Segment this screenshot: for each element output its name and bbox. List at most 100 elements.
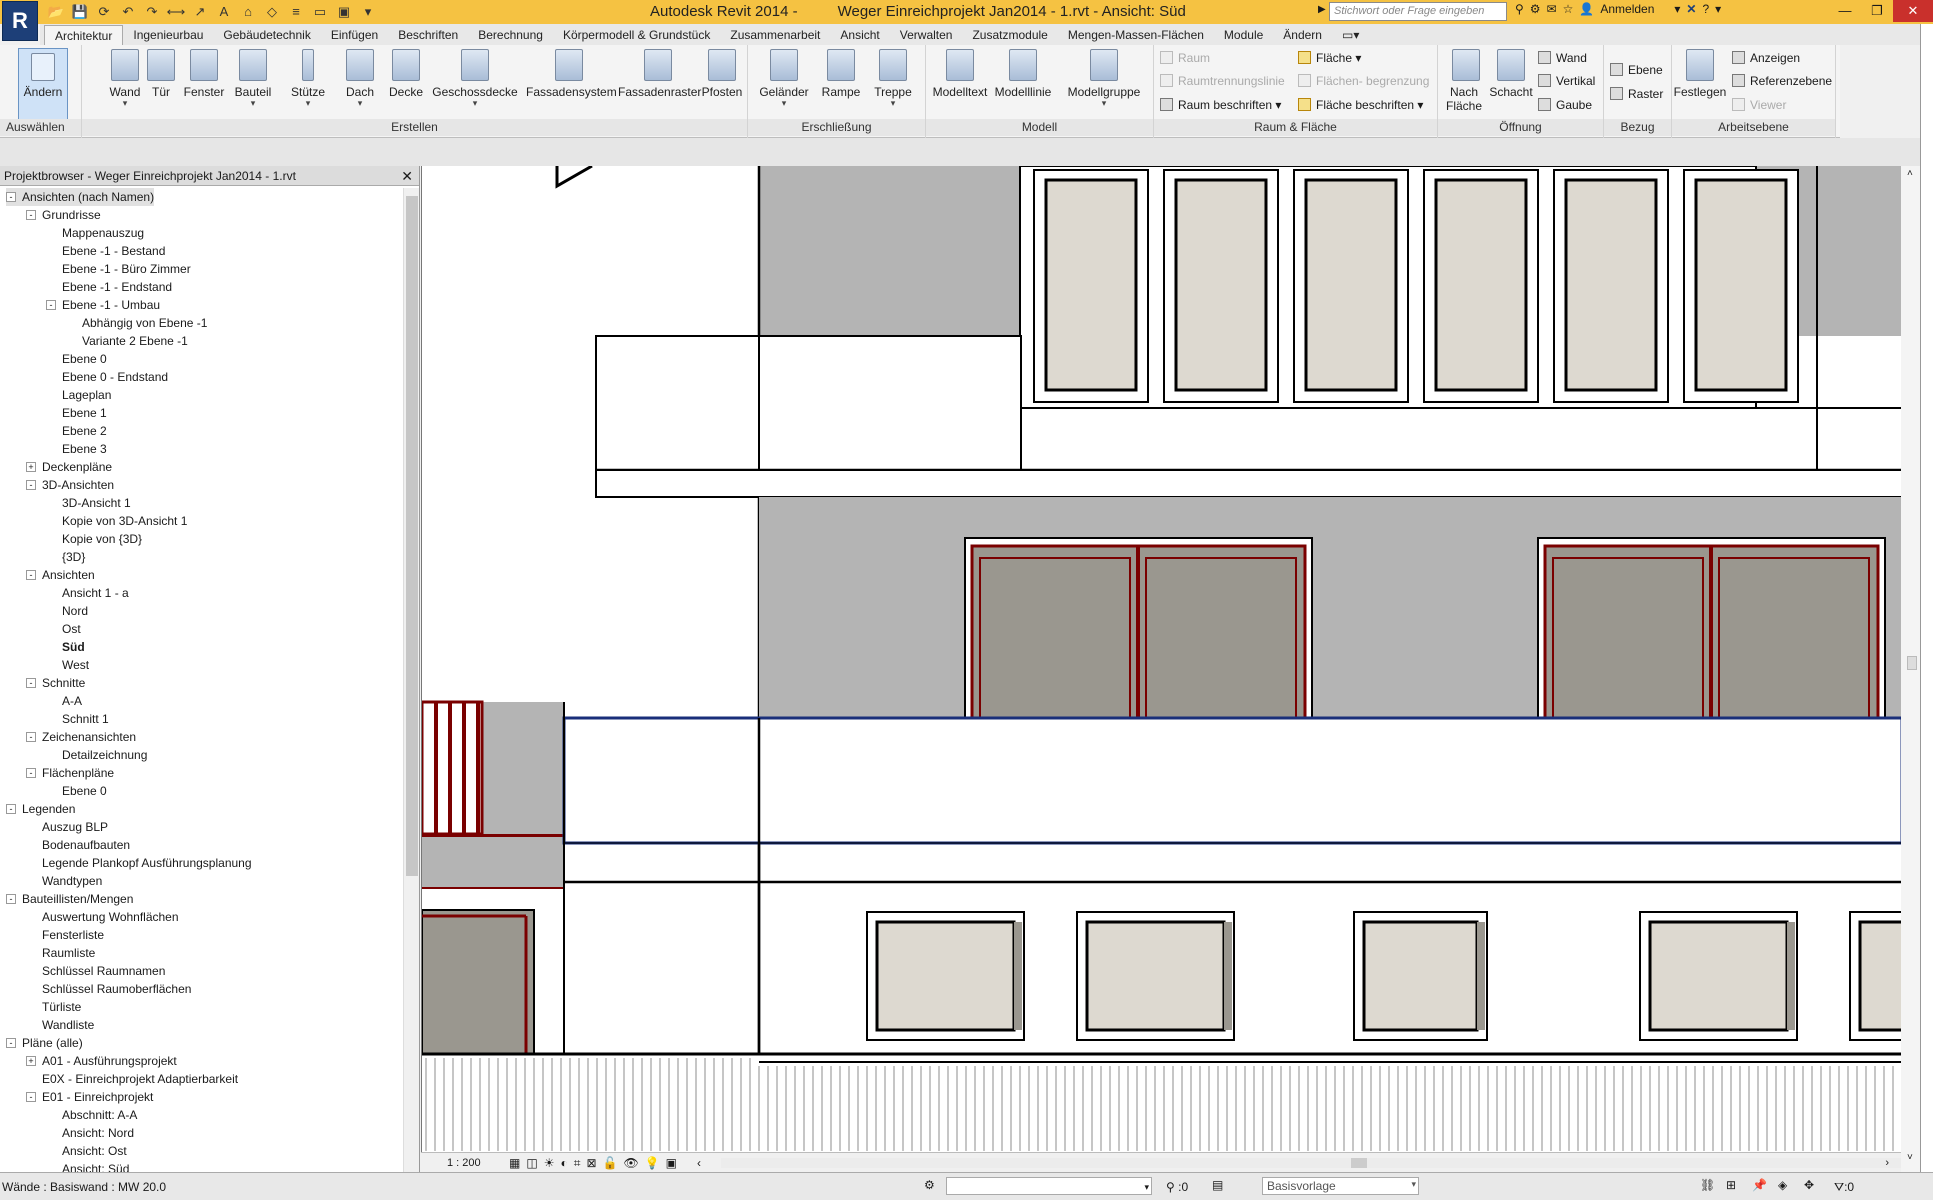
tree-item[interactable]: Ansicht 1 - a: [62, 584, 129, 602]
ceiling-button[interactable]: Decke: [384, 49, 428, 99]
save-icon[interactable]: 💾: [70, 2, 90, 22]
application-menu-button[interactable]: R: [2, 1, 38, 41]
scrollbar-thumb[interactable]: [1351, 1158, 1367, 1168]
panel-room-area-label[interactable]: Raum & Fläche: [1154, 119, 1437, 136]
close-button[interactable]: ✕: [1893, 0, 1933, 22]
user-icon[interactable]: 👤: [1579, 2, 1594, 16]
view-scale[interactable]: 1 : 200: [447, 1153, 481, 1173]
collapse-icon[interactable]: -: [6, 894, 16, 904]
tree-item[interactable]: Kopie von 3D-Ansicht 1: [62, 512, 187, 530]
tree-item[interactable]: Ebene 2: [62, 422, 107, 440]
curtain-grid-button[interactable]: Fassadenraster: [618, 49, 701, 99]
close-hidden-icon[interactable]: ▭: [310, 2, 330, 22]
tree-item[interactable]: Detailzeichnung: [62, 746, 147, 764]
collapse-icon[interactable]: -: [6, 1038, 16, 1048]
tab-zusatzmodule[interactable]: Zusatzmodule: [962, 25, 1057, 45]
tree-item[interactable]: Auswertung Wohnflächen: [42, 908, 179, 926]
model-text-button[interactable]: Modelltext: [930, 49, 990, 99]
tab-beschriften[interactable]: Beschriften: [388, 25, 468, 45]
section-icon[interactable]: ◇: [262, 2, 282, 22]
mullion-button[interactable]: Pfosten: [700, 49, 744, 99]
tree-folder[interactable]: - Flächenpläne: [26, 764, 114, 782]
minimize-button[interactable]: —: [1829, 0, 1861, 22]
tree-folder[interactable]: - E01 - Einreichprojekt: [26, 1088, 153, 1106]
tree-item[interactable]: {3D}: [62, 548, 85, 566]
restore-button[interactable]: ❐: [1861, 0, 1893, 22]
collapse-icon[interactable]: -: [26, 768, 36, 778]
stair-button[interactable]: Treppe ▾: [870, 49, 916, 108]
tab-mengen-massen[interactable]: Mengen-Massen-Flächen: [1058, 25, 1214, 45]
detail-level-icon[interactable]: ▦: [509, 1153, 520, 1173]
tree-item[interactable]: West: [62, 656, 89, 674]
switch-windows-icon[interactable]: ▣: [334, 2, 354, 22]
tab-aendern[interactable]: Ändern: [1273, 25, 1332, 45]
tree-item[interactable]: Ebene -1 - Bestand: [62, 242, 165, 260]
shadows-icon[interactable]: ◐: [560, 1153, 567, 1173]
dimension-icon[interactable]: ↗: [190, 2, 210, 22]
vertical-scrollbar[interactable]: [1889, 176, 1899, 1126]
collapse-icon[interactable]: -: [46, 300, 56, 310]
tree-item[interactable]: Wandliste: [42, 1016, 94, 1034]
ramp-button[interactable]: Rampe: [818, 49, 864, 99]
ribbon-minimize-toggle[interactable]: ▭▾: [1332, 25, 1369, 45]
tree-item[interactable]: Ansicht: Süd: [62, 1160, 129, 1172]
scroll-left-icon[interactable]: ‹: [697, 1153, 701, 1173]
tab-ansicht[interactable]: Ansicht: [830, 25, 889, 45]
tree-item[interactable]: Abschnitt: A-A: [62, 1106, 137, 1124]
tree-item[interactable]: Variante 2 Ebene -1: [82, 332, 188, 350]
select-links-icon[interactable]: ⛓: [1700, 1173, 1715, 1197]
3d-view-icon[interactable]: ⌂: [238, 2, 258, 22]
tree-item[interactable]: Ebene -1 - Endstand: [62, 278, 172, 296]
vertical-opening-button[interactable]: Vertikal: [1538, 71, 1595, 91]
south-elevation-drawing[interactable]: [422, 166, 1901, 1151]
tree-group[interactable]: - Legenden: [6, 800, 75, 818]
tree-item[interactable]: Legende Plankopf Ausführungsplanung: [42, 854, 252, 872]
curtain-system-button[interactable]: Fassadensystem: [526, 49, 617, 99]
sign-in-button[interactable]: Anmelden: [1600, 2, 1654, 16]
set-workplane-button[interactable]: Festlegen: [1672, 49, 1728, 99]
visual-style-icon[interactable]: ◫: [526, 1153, 537, 1173]
window-button[interactable]: Fenster: [178, 49, 230, 99]
tree-item[interactable]: Schnitt 1: [62, 710, 109, 728]
browser-scrollbar[interactable]: [403, 188, 419, 1172]
scroll-right-icon[interactable]: ›: [1885, 1153, 1889, 1173]
lock-3d-icon[interactable]: 🔓: [603, 1153, 618, 1173]
select-pinned-icon[interactable]: 📌: [1752, 1173, 1767, 1197]
collapse-icon[interactable]: -: [26, 678, 36, 688]
expand-icon[interactable]: +: [26, 1056, 36, 1066]
grid-button[interactable]: Raster: [1610, 84, 1663, 104]
tag-room-button[interactable]: Raum beschriften ▾: [1160, 95, 1281, 115]
tree-item[interactable]: Ebene 1: [62, 404, 107, 422]
tree-item[interactable]: Wandtypen: [42, 872, 102, 890]
selected-wall[interactable]: [562, 716, 1901, 845]
panel-select-label[interactable]: Auswählen: [0, 119, 81, 136]
tree-item[interactable]: Ebene 3: [62, 440, 107, 458]
tree-item[interactable]: Schlüssel Raumoberflächen: [42, 980, 191, 998]
subscription-icon[interactable]: ⚙: [1530, 2, 1541, 16]
customize-qat-icon[interactable]: ▾: [358, 2, 378, 22]
select-underlay-icon[interactable]: ⊞: [1726, 1173, 1736, 1197]
open-icon[interactable]: 📂: [46, 2, 66, 22]
tag-icon[interactable]: A: [214, 2, 234, 22]
show-workplane-button[interactable]: Anzeigen: [1732, 48, 1800, 68]
exchange-icon[interactable]: ✕: [1686, 2, 1696, 16]
search-toggle-icon[interactable]: ▶: [1318, 4, 1326, 15]
sync-icon[interactable]: ⟳: [94, 2, 114, 22]
tree-item[interactable]: Ost: [62, 620, 81, 638]
binoculars-icon[interactable]: ⚲: [1515, 2, 1524, 16]
collapse-icon[interactable]: -: [26, 210, 36, 220]
column-button[interactable]: Stütze ▾: [284, 49, 332, 108]
model-line-button[interactable]: Modelllinie: [992, 49, 1054, 99]
tab-ingenieurbau[interactable]: Ingenieurbau: [123, 25, 213, 45]
scrollbar-thumb[interactable]: [406, 196, 418, 876]
tree-item[interactable]: Ebene 0: [62, 782, 107, 800]
expand-icon[interactable]: +: [26, 462, 36, 472]
scroll-up-icon[interactable]: ˄: [1907, 168, 1913, 179]
room-button[interactable]: Raum: [1160, 48, 1210, 68]
tree-group[interactable]: - Ansichten (nach Namen): [6, 188, 155, 206]
horizontal-scrollbar[interactable]: [721, 1158, 1901, 1168]
tree-item[interactable]: Ebene 0: [62, 350, 107, 368]
tree-item[interactable]: Türliste: [42, 998, 81, 1016]
by-face-button[interactable]: Nach Fläche: [1444, 49, 1488, 113]
tree-group[interactable]: - Bauteillisten/Mengen: [6, 890, 133, 908]
